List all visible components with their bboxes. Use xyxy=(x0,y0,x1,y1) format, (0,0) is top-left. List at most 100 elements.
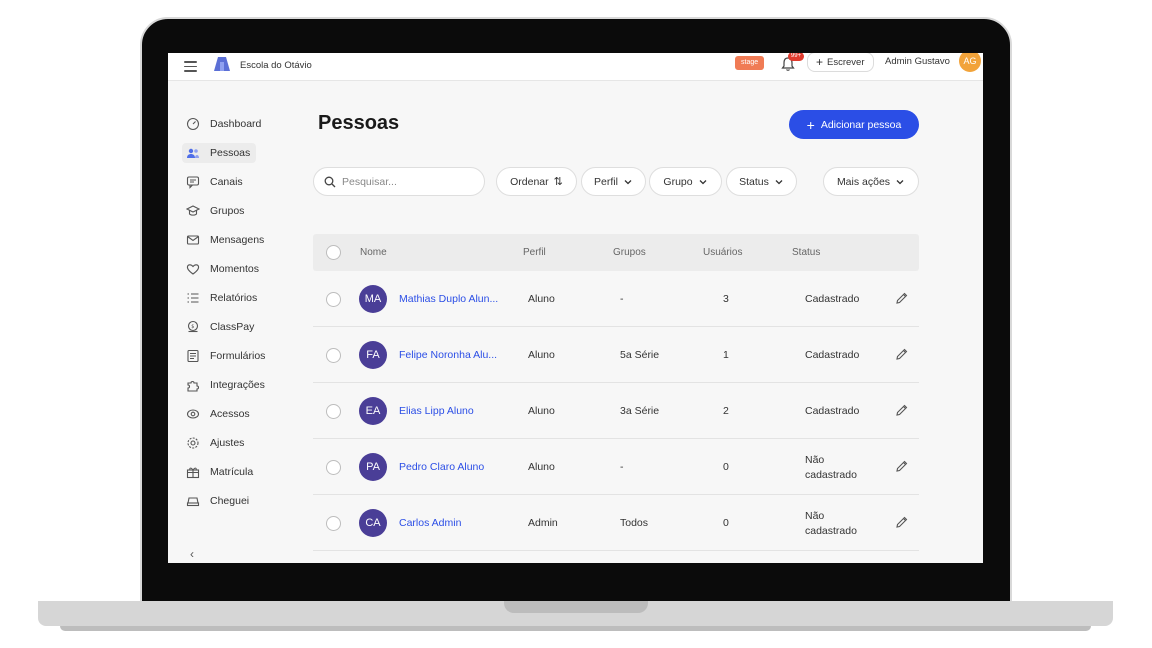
table-row[interactable]: CA Carlos Admin Admin Todos 0 Não cadast… xyxy=(313,495,919,551)
sidebar-item-label: Canais xyxy=(210,176,243,188)
person-profile: Aluno xyxy=(528,461,555,473)
sidebar-item-mensagens[interactable]: Mensagens xyxy=(182,230,270,250)
column-header-name[interactable]: Nome xyxy=(360,247,387,258)
sidebar: Dashboard Pessoas Canais Grupos Mensagen… xyxy=(168,81,298,563)
edit-pencil-icon[interactable] xyxy=(895,459,909,473)
sidebar-item-cheguei[interactable]: Cheguei xyxy=(182,491,255,511)
sidebar-item-pessoas[interactable]: Pessoas xyxy=(182,143,257,163)
sidebar-item-momentos[interactable]: Momentos xyxy=(182,259,265,279)
row-checkbox[interactable] xyxy=(326,348,341,363)
select-all-checkbox[interactable] xyxy=(326,245,341,260)
row-checkbox[interactable] xyxy=(326,516,341,531)
form-icon xyxy=(187,349,199,363)
sidebar-item-classpay[interactable]: $ ClassPay xyxy=(182,317,260,337)
order-filter-label: Ordenar xyxy=(510,175,549,188)
admin-avatar[interactable]: AG xyxy=(959,53,981,72)
column-header-users[interactable]: Usuários xyxy=(703,247,742,258)
person-name-link[interactable]: Elias Lipp Aluno xyxy=(399,405,474,417)
hamburger-menu-icon[interactable] xyxy=(184,61,197,72)
people-icon xyxy=(187,148,199,158)
person-profile: Aluno xyxy=(528,349,555,361)
sidebar-item-formularios[interactable]: Formulários xyxy=(182,346,271,366)
group-filter-button[interactable]: Grupo xyxy=(649,167,722,196)
sidebar-item-label: Formulários xyxy=(210,350,266,362)
school-logo-icon xyxy=(214,57,230,71)
person-status: Cadastrado xyxy=(805,349,860,361)
search-input[interactable] xyxy=(342,175,472,188)
more-actions-button[interactable]: Mais ações xyxy=(823,167,919,196)
person-profile: Aluno xyxy=(528,293,555,305)
stage-badge: stage xyxy=(735,56,765,70)
chevron-down-icon xyxy=(896,179,904,184)
column-header-profile[interactable]: Perfil xyxy=(523,247,546,258)
sort-arrows-icon: ⇅ xyxy=(553,176,563,188)
sidebar-item-integracoes[interactable]: Integrações xyxy=(182,375,271,395)
coin-icon: $ xyxy=(187,320,199,333)
person-group: 3a Série xyxy=(620,405,660,417)
table-row[interactable]: EA Elias Lipp Aluno Aluno 3a Série 2 Cad… xyxy=(313,383,919,439)
status-filter-button[interactable]: Status xyxy=(726,167,797,196)
sidebar-item-label: ClassPay xyxy=(210,321,255,333)
school-name[interactable]: Escola do Otávio xyxy=(240,60,312,71)
person-name-link[interactable]: Carlos Admin xyxy=(399,517,461,529)
access-icon xyxy=(186,409,200,419)
person-users-count: 0 xyxy=(723,517,729,529)
avatar: FA xyxy=(359,341,387,369)
sidebar-item-canais[interactable]: Canais xyxy=(182,172,249,192)
sidebar-item-label: Momentos xyxy=(210,263,260,275)
table-row[interactable]: MA Mathias Duplo Alun... Aluno - 3 Cadas… xyxy=(313,271,919,327)
search-box[interactable] xyxy=(313,167,485,196)
sidebar-item-acessos[interactable]: Acessos xyxy=(182,404,256,424)
column-header-groups[interactable]: Grupos xyxy=(613,247,646,258)
notification-count-badge: 99+ xyxy=(788,53,804,61)
person-status: Não cadastrado xyxy=(805,510,857,537)
sidebar-item-label: Acessos xyxy=(210,408,250,420)
plus-icon: + xyxy=(816,55,824,69)
sidebar-item-label: Ajustes xyxy=(210,437,245,449)
profile-filter-button[interactable]: Perfil xyxy=(581,167,646,196)
sidebar-item-grupos[interactable]: Grupos xyxy=(182,201,250,221)
row-checkbox[interactable] xyxy=(326,292,341,307)
column-header-status[interactable]: Status xyxy=(792,247,820,258)
person-group: Todos xyxy=(620,517,649,529)
person-users-count: 2 xyxy=(723,405,729,417)
write-button-label: Escrever xyxy=(827,56,865,68)
add-person-button[interactable]: + Adicionar pessoa xyxy=(789,110,919,139)
row-checkbox[interactable] xyxy=(326,404,341,419)
person-name-link[interactable]: Felipe Noronha Alu... xyxy=(399,349,497,361)
avatar: MA xyxy=(359,285,387,313)
sidebar-item-label: Relatórios xyxy=(210,292,258,304)
write-button[interactable]: + Escrever xyxy=(807,53,874,72)
table-row[interactable]: PA Pedro Claro Aluno Aluno - 0 Não cadas… xyxy=(313,439,919,495)
admin-name[interactable]: Admin Gustavo xyxy=(885,56,950,67)
list-icon xyxy=(187,293,199,303)
sidebar-item-relatorios[interactable]: Relatórios xyxy=(182,288,263,308)
table-row[interactable]: FA Felipe Noronha Alu... Aluno 5a Série … xyxy=(313,327,919,383)
sidebar-item-label: Pessoas xyxy=(210,147,251,159)
sidebar-item-matricula[interactable]: Matrícula xyxy=(182,462,259,482)
svg-text:$: $ xyxy=(191,324,194,330)
chevron-down-icon xyxy=(775,179,783,184)
edit-pencil-icon[interactable] xyxy=(895,291,909,305)
sidebar-item-ajustes[interactable]: Ajustes xyxy=(182,433,250,453)
person-profile: Aluno xyxy=(528,405,555,417)
dashboard-icon xyxy=(186,117,200,131)
edit-pencil-icon[interactable] xyxy=(895,515,909,529)
graduation-cap-icon xyxy=(186,205,200,216)
collapse-sidebar-icon[interactable]: ‹ xyxy=(190,547,194,561)
gift-icon xyxy=(186,467,200,479)
search-icon xyxy=(324,176,336,187)
person-users-count: 0 xyxy=(723,461,729,473)
heart-icon xyxy=(186,264,200,275)
sidebar-item-label: Integrações xyxy=(210,379,265,391)
sidebar-item-label: Matrícula xyxy=(210,466,254,478)
more-actions-label: Mais ações xyxy=(836,175,891,188)
edit-pencil-icon[interactable] xyxy=(895,403,909,417)
person-name-link[interactable]: Mathias Duplo Alun... xyxy=(399,293,498,305)
profile-filter-label: Perfil xyxy=(594,175,618,188)
sidebar-item-dashboard[interactable]: Dashboard xyxy=(182,114,267,134)
order-filter-button[interactable]: Ordenar ⇅ xyxy=(496,167,577,196)
edit-pencil-icon[interactable] xyxy=(895,347,909,361)
person-name-link[interactable]: Pedro Claro Aluno xyxy=(399,461,484,473)
row-checkbox[interactable] xyxy=(326,460,341,475)
